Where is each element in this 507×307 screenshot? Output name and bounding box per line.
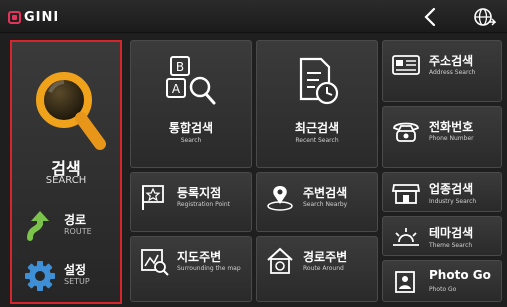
back-button[interactable] bbox=[420, 6, 442, 28]
magnifier-icon bbox=[36, 72, 106, 150]
phone-number-sub: Phone Number bbox=[429, 135, 474, 142]
theme-search-label: 테마검색 bbox=[429, 226, 474, 240]
address-search-sub: Address Search bbox=[429, 69, 476, 76]
registration-point-label: 등록지점 bbox=[177, 186, 222, 200]
address-search-button[interactable]: 주소검색 Address Search bbox=[382, 40, 502, 102]
industry-search-button[interactable]: 업종검색 Industry Search bbox=[382, 172, 502, 212]
photo-go-sub: Photo Go bbox=[429, 286, 457, 293]
surrounding-map-button[interactable]: 지도주변 Surrounding the map bbox=[130, 236, 252, 302]
svg-text:B: B bbox=[176, 60, 184, 74]
star-flag-icon bbox=[142, 185, 164, 210]
registration-point-button[interactable]: 등록지점 Registration Point bbox=[130, 172, 252, 232]
document-clock-icon bbox=[299, 57, 339, 105]
recent-search-label: 최근검색 bbox=[294, 121, 340, 135]
industry-search-sub: Industry Search bbox=[429, 198, 477, 205]
app-logo: GINI bbox=[8, 9, 59, 25]
sidebar-setup-label: 설정 bbox=[64, 263, 87, 277]
industry-search-label: 업종검색 bbox=[429, 182, 474, 196]
sidebar-route-label: 경로 bbox=[64, 213, 87, 227]
sunrise-icon bbox=[393, 228, 419, 246]
photo-go-label: Photo Go bbox=[429, 268, 491, 282]
logo-mark-icon bbox=[8, 10, 21, 24]
gear-icon bbox=[25, 261, 55, 291]
photo-go-button[interactable]: Photo Go Photo Go bbox=[382, 260, 502, 302]
address-card-icon bbox=[392, 55, 420, 75]
sidebar-search-sub: SEARCH bbox=[45, 175, 87, 186]
theme-search-button[interactable]: 테마검색 Theme Search bbox=[382, 216, 502, 256]
route-around-label: 경로주변 bbox=[303, 250, 348, 264]
phone-number-button[interactable]: 전화번호 Phone Number bbox=[382, 106, 502, 168]
sidebar-search-button[interactable]: 검색 SEARCH bbox=[12, 50, 120, 220]
chevron-left-icon bbox=[424, 7, 436, 27]
search-nearby-button[interactable]: 주변검색 Search Nearby bbox=[256, 172, 378, 232]
integrated-search-sub: Search bbox=[180, 137, 202, 144]
route-arrow-icon bbox=[27, 211, 49, 241]
photo-frame-icon bbox=[395, 271, 415, 293]
globe-button[interactable] bbox=[472, 6, 497, 28]
integrated-search-button[interactable]: B A 통합검색 Search bbox=[130, 40, 252, 168]
sidebar-item-setup[interactable]: 설정 SETUP bbox=[20, 258, 116, 294]
surrounding-map-label: 지도주변 bbox=[177, 250, 222, 264]
registration-point-sub: Registration Point bbox=[177, 201, 230, 208]
route-around-sub: Route Around bbox=[303, 265, 344, 272]
recent-search-button[interactable]: 최근검색 Recent Search bbox=[256, 40, 378, 168]
sidebar: 검색 SEARCH 경로 ROUTE 설정 SETUP bbox=[10, 40, 122, 304]
theme-search-sub: Theme Search bbox=[429, 242, 473, 249]
nearby-pin-icon bbox=[267, 186, 293, 211]
storefront-icon bbox=[391, 184, 421, 204]
globe-icon bbox=[474, 8, 497, 26]
logo-text: GINI bbox=[24, 9, 60, 25]
sidebar-item-route[interactable]: 경로 ROUTE bbox=[20, 208, 116, 244]
search-nearby-label: 주변검색 bbox=[303, 186, 348, 200]
sidebar-route-sub: ROUTE bbox=[64, 227, 92, 236]
recent-search-sub: Recent Search bbox=[295, 137, 339, 144]
map-search-icon bbox=[141, 249, 169, 276]
integrated-search-label: 통합검색 bbox=[168, 121, 214, 135]
sidebar-setup-sub: SETUP bbox=[64, 277, 90, 286]
route-around-button[interactable]: 경로주변 Route Around bbox=[256, 236, 378, 302]
address-search-label: 주소검색 bbox=[429, 54, 474, 68]
phone-number-label: 전화번호 bbox=[429, 120, 474, 134]
svg-text:A: A bbox=[172, 82, 181, 96]
search-nearby-sub: Search Nearby bbox=[303, 201, 348, 208]
telephone-icon bbox=[393, 122, 419, 142]
surrounding-map-sub: Surrounding the map bbox=[177, 265, 241, 272]
house-route-icon bbox=[267, 247, 293, 274]
top-bar: GINI bbox=[0, 0, 507, 33]
abc-search-icon: B A bbox=[166, 56, 216, 105]
